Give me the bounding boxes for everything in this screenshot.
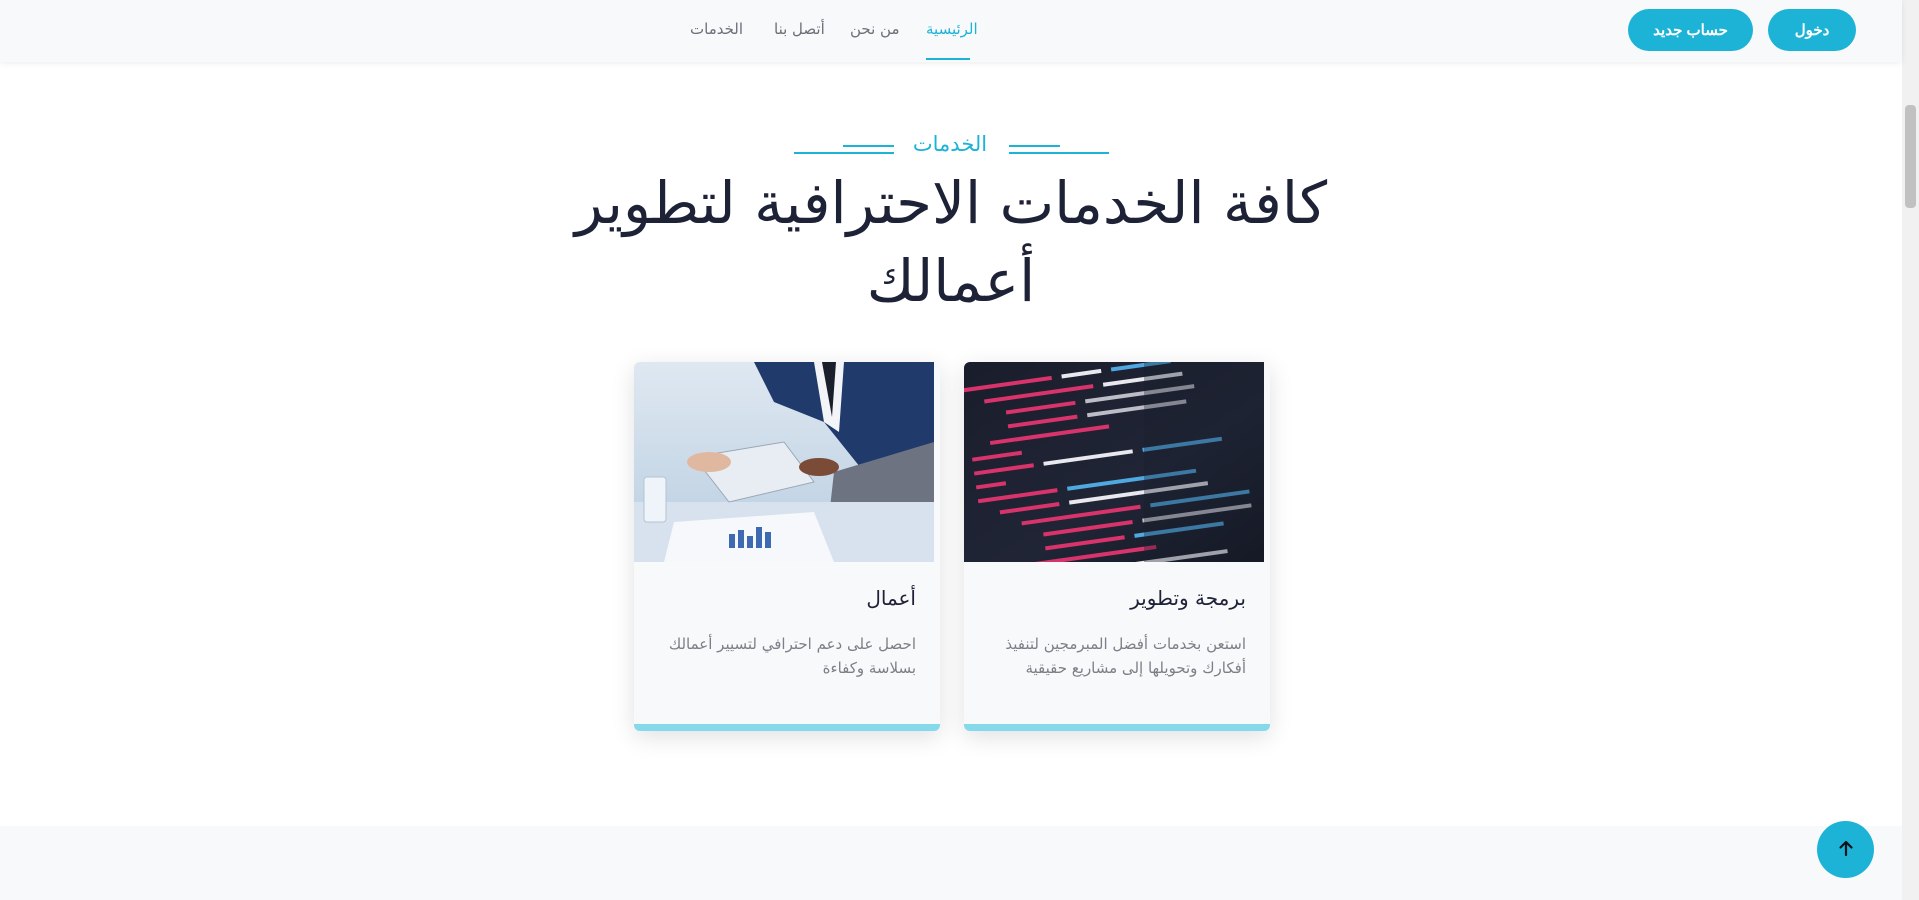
card-accent-bar [964,724,1270,731]
section-eyebrow-row: الخدمات [0,132,1902,162]
next-section-band [0,826,1902,900]
card-text: استعن بخدمات أفضل المبرمجين لتنفيذ أفكار… [1005,635,1246,677]
card-text: احصل على دعم احترافي لتسيير أعمالك بسلاس… [668,635,916,677]
service-card-programming[interactable]: برمجة وتطوير استعن بخدمات أفضل المبرمجين… [964,362,1270,731]
section-title: كافة الخدمات الاحترافية لتطوير أعمالك [574,169,1328,315]
register-button[interactable]: حساب جديد [1628,9,1753,51]
eyebrow-deco-line-left-top [843,145,894,147]
main-nav: الخدمات أتصل بنا من نحن الرئيسية [690,0,978,62]
eyebrow-deco-line-right-top [1009,145,1060,147]
eyebrow-deco-line-right-bottom [1009,152,1109,154]
nav-link-contact[interactable]: أتصل بنا [774,20,825,38]
eyebrow-deco-line-left-bottom [794,152,894,154]
back-to-top-button[interactable] [1817,821,1874,878]
scrollbar-thumb[interactable] [1905,105,1916,208]
section-eyebrow: الخدمات [912,132,988,156]
service-card-business[interactable]: أعمال احصل على دعم احترافي لتسيير أعمالك… [634,362,940,731]
nav-link-home[interactable]: الرئيسية [926,20,978,38]
nav-active-underline [926,58,970,60]
login-button[interactable]: دخول [1768,9,1856,51]
card-title: برمجة وتطوير [1130,586,1246,610]
nav-link-about[interactable]: من نحن [850,20,900,38]
business-meeting-image [634,362,934,562]
site-header: الخدمات أتصل بنا من نحن الرئيسية حساب جد… [0,0,1902,62]
card-title: أعمال [866,586,916,610]
nav-link-services[interactable]: الخدمات [690,20,743,38]
card-accent-bar [634,724,940,731]
arrow-up-icon [1837,839,1855,861]
code-screen-image [964,362,1264,562]
page-scrollbar[interactable] [1902,0,1919,900]
